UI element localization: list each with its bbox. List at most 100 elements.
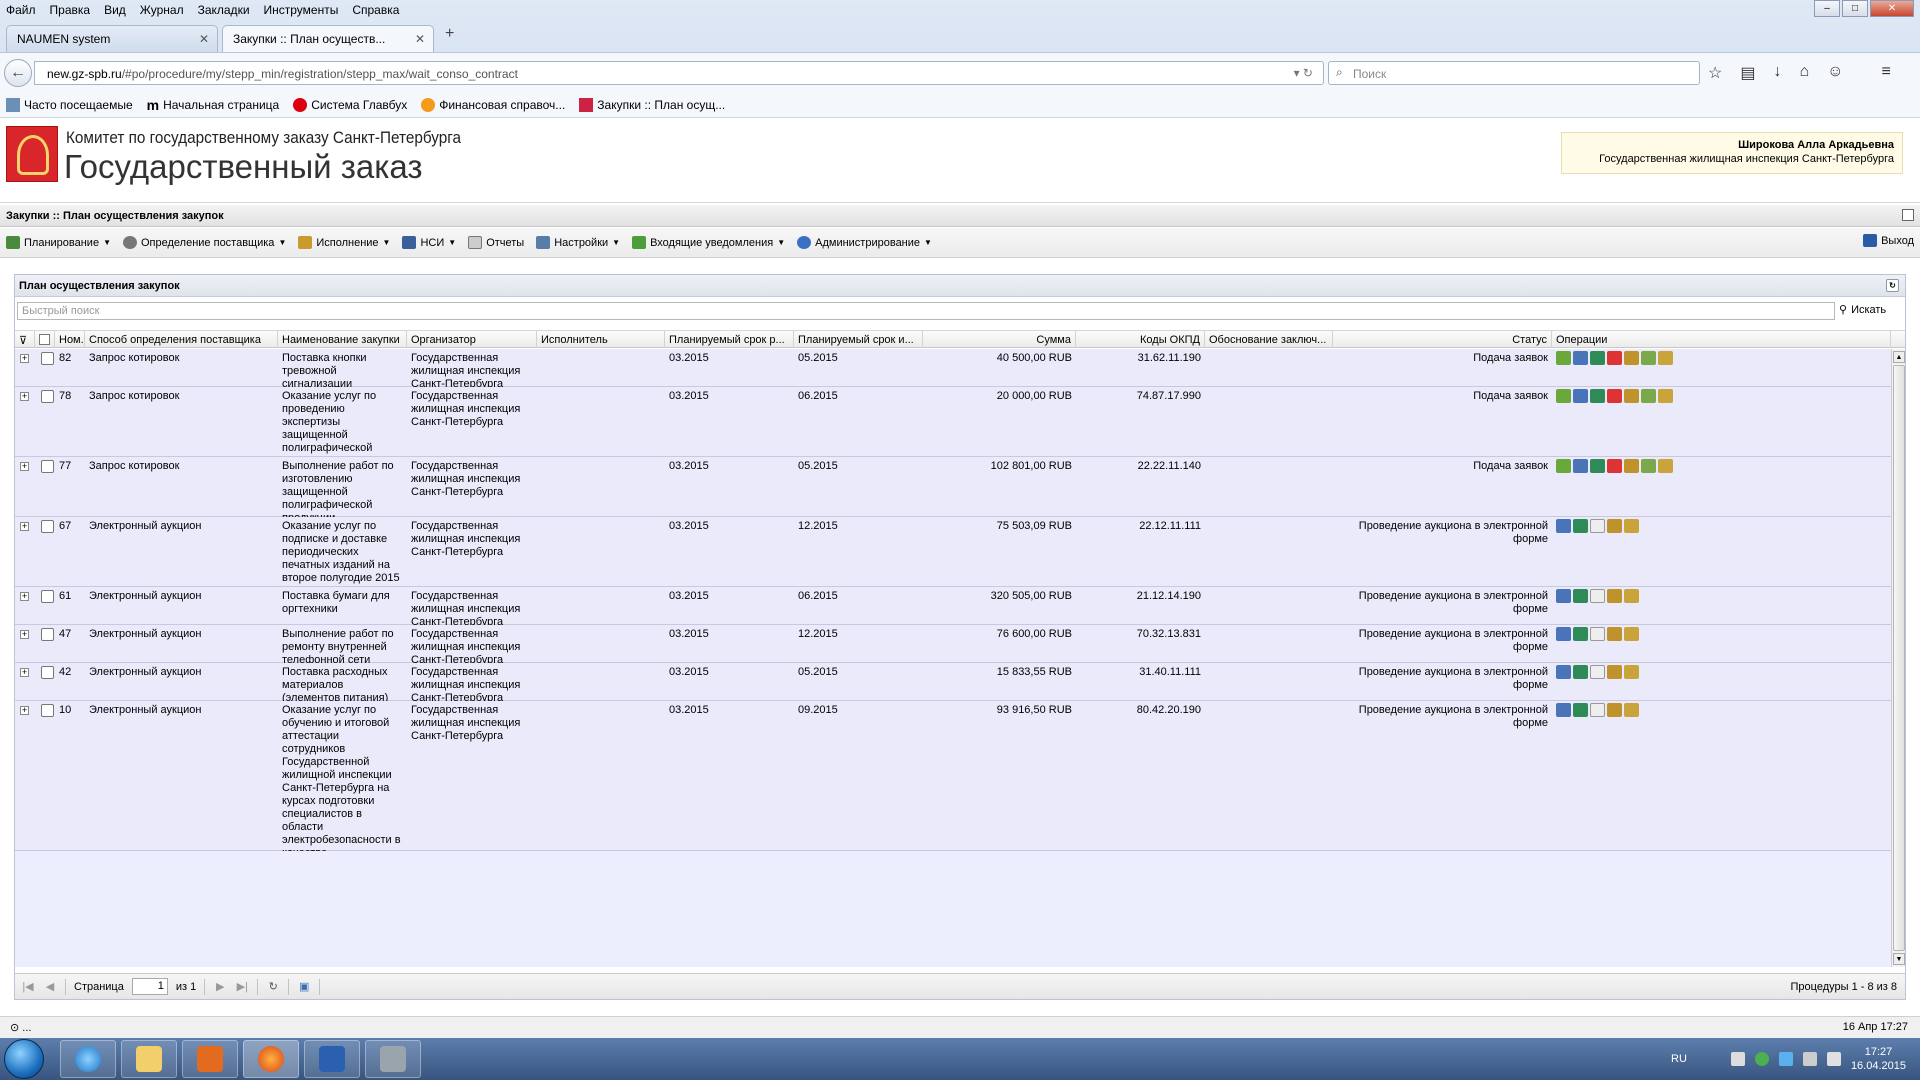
col-plan-end[interactable]: Планируемый срок и... [794,331,923,348]
document-icon[interactable] [1590,627,1605,641]
col-plan-start[interactable]: Планируемый срок р... [665,331,794,348]
scroll-icon[interactable] [1624,627,1639,641]
table-row[interactable]: +61 Электронный аукцион Поставка бумаги дл… [15,587,1891,625]
menu-settings[interactable]: Настройки ▼ [536,236,620,249]
cancel-icon[interactable] [1607,389,1622,403]
row-checkbox[interactable] [41,520,54,533]
emblem-icon[interactable] [1624,459,1639,473]
col-status[interactable]: Статус [1333,331,1552,348]
prev-page-icon[interactable]: ◀ [43,980,57,993]
last-page-icon[interactable]: ▶| [235,980,249,993]
chart-icon[interactable] [1556,703,1571,717]
scroll-down-icon[interactable]: ▼ [1893,953,1905,965]
taskbar-ie[interactable] [60,1040,116,1078]
menu-nsi[interactable]: НСИ ▼ [402,236,456,249]
home-icon[interactable]: ⌂ [1799,63,1809,83]
approve-icon[interactable] [1556,389,1571,403]
filter-clear-icon[interactable]: ⊽ [15,331,35,348]
refresh-icon[interactable]: ↻ [266,980,280,993]
scroll-icon[interactable] [1624,665,1639,679]
tray-keyboard-icon[interactable] [1730,1052,1745,1066]
table-row[interactable]: +47 Электронный аукцион Выполнение работ п… [15,625,1891,663]
reading-list-icon[interactable]: ▤ [1740,63,1755,83]
menu-edit[interactable]: Правка [50,3,91,17]
url-bar[interactable]: new.gz-spb.ru/#po/procedure/my/stepp_min… [34,61,1324,85]
tray-lang[interactable]: RU [1671,1053,1687,1065]
menu-help[interactable]: Справка [352,3,399,17]
menu-view[interactable]: Вид [104,3,126,17]
expand-row-icon[interactable]: + [20,522,29,531]
col-method[interactable]: Способ определения поставщика [85,331,278,348]
chart-icon[interactable] [1573,389,1588,403]
settings-icon[interactable] [1573,519,1588,533]
emblem-icon[interactable] [1624,351,1639,365]
scroll-thumb[interactable] [1893,365,1905,951]
scroll-icon[interactable] [1624,519,1639,533]
settings-icon[interactable] [1573,665,1588,679]
scroll-icon[interactable] [1624,589,1639,603]
row-checkbox[interactable] [41,590,54,603]
back-arrow-icon[interactable]: ← [4,59,32,87]
grid-scrollbar[interactable]: ▲ ▼ [1891,349,1905,967]
cancel-icon[interactable] [1607,459,1622,473]
settings-icon[interactable] [1590,389,1605,403]
settings-icon[interactable] [1573,627,1588,641]
bookmark-home[interactable]: m Начальная страница [147,97,280,113]
bookmark-zakupki[interactable]: Закупки :: План осущ... [579,97,725,112]
expand-row-icon[interactable]: + [20,706,29,715]
scroll-up-icon[interactable]: ▲ [1893,351,1905,363]
menu-admin[interactable]: Администрирование ▼ [797,236,932,249]
row-checkbox[interactable] [41,704,54,717]
taskbar-app[interactable] [365,1040,421,1078]
col-executor[interactable]: Исполнитель [537,331,665,348]
hamburger-menu-icon[interactable]: ≡ [1881,63,1890,83]
table-row[interactable]: +67 Электронный аукцион Оказание услуг по … [15,517,1891,587]
save-icon[interactable]: ▣ [297,980,311,993]
document-icon[interactable] [1590,519,1605,533]
confirm-icon[interactable] [1641,389,1656,403]
star-icon[interactable]: ☆ [1708,63,1722,83]
chart-icon[interactable] [1556,665,1571,679]
menu-reports[interactable]: Отчеты [468,236,524,249]
next-page-icon[interactable]: ▶ [213,980,227,993]
settings-icon[interactable] [1573,589,1588,603]
emblem-icon[interactable] [1607,589,1622,603]
row-checkbox[interactable] [41,628,54,641]
document-icon[interactable] [1590,665,1605,679]
menu-bookmarks[interactable]: Закладки [198,3,250,17]
scroll-icon[interactable] [1624,703,1639,717]
new-tab-icon[interactable]: + [445,25,454,43]
download-icon[interactable]: ↓ [1773,63,1781,83]
settings-icon[interactable] [1590,351,1605,365]
chart-icon[interactable] [1556,589,1571,603]
confirm-icon[interactable] [1641,459,1656,473]
quick-search-input[interactable]: Быстрый поиск [17,302,1835,320]
tab-naumen[interactable]: NAUMEN system ✕ [6,25,218,52]
bookmark-frequent[interactable]: Часто посещаемые [6,97,133,112]
table-row[interactable]: +10 Электронный аукцион Оказание услуг по … [15,701,1891,851]
tray-clock[interactable]: 17:27 16.04.2015 [1851,1045,1906,1073]
close-tab-icon[interactable]: ✕ [199,32,209,46]
cancel-icon[interactable] [1607,351,1622,365]
start-button[interactable] [4,1039,44,1079]
maximize-button[interactable]: □ [1842,0,1868,17]
menu-execution[interactable]: Исполнение ▼ [298,236,390,249]
minimize-button[interactable]: – [1814,0,1840,17]
refresh-panel-icon[interactable]: ↻ [1886,279,1899,292]
emblem-icon[interactable] [1624,389,1639,403]
reload-icon[interactable]: ▾ ↻ [1294,66,1313,80]
emblem-icon[interactable] [1607,665,1622,679]
chart-icon[interactable] [1556,627,1571,641]
col-reason[interactable]: Обоснование заключ... [1205,331,1333,348]
document-icon[interactable] [1590,589,1605,603]
settings-icon[interactable] [1573,703,1588,717]
search-button[interactable]: ⚲ Искать [1839,303,1886,317]
expand-row-icon[interactable]: + [20,462,29,471]
chart-icon[interactable] [1556,519,1571,533]
row-checkbox[interactable] [41,390,54,403]
chat-icon[interactable]: ☺ [1827,63,1843,83]
close-tab-icon[interactable]: ✕ [415,32,425,46]
emblem-icon[interactable] [1607,627,1622,641]
menu-tools[interactable]: Инструменты [264,3,339,17]
row-checkbox[interactable] [41,460,54,473]
